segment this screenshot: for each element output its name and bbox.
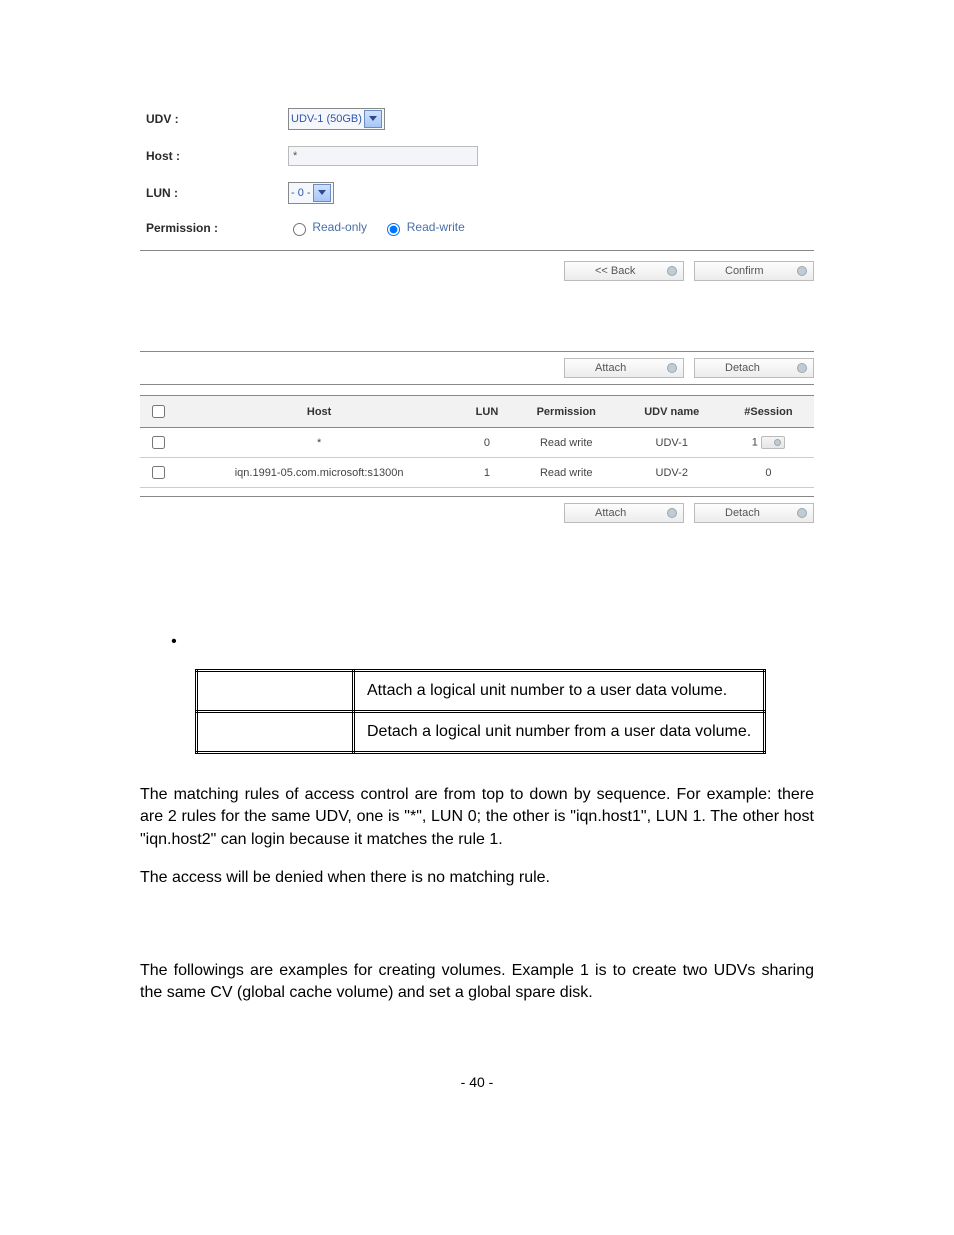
detach-button[interactable]: Detach (694, 358, 814, 378)
table-row: * 0 Read write UDV-1 1 (140, 428, 814, 458)
col-permission: Permission (512, 396, 621, 428)
page-number: - 40 - (140, 1074, 814, 1090)
dot-icon (797, 508, 807, 518)
udv-select-value: UDV-1 (50GB) (291, 113, 362, 125)
confirm-button[interactable]: Confirm (694, 261, 814, 281)
dot-icon (797, 363, 807, 373)
col-session: #Session (723, 396, 814, 428)
detach-button[interactable]: Detach (694, 503, 814, 523)
label-lun: LUN : (140, 174, 282, 212)
lun-select[interactable]: - 0 - (288, 182, 334, 204)
paragraph-2: The access will be denied when there is … (140, 867, 814, 889)
radio-read-write-input[interactable] (387, 223, 400, 236)
config-form: UDV : UDV-1 (50GB) Host : LUN : - 0 - (140, 100, 814, 244)
row-checkbox[interactable] (152, 436, 165, 449)
desc-cell-empty (197, 671, 354, 712)
host-input[interactable] (288, 146, 478, 166)
select-all-checkbox[interactable] (152, 405, 165, 418)
desc-attach: Attach a logical unit number to a user d… (354, 671, 765, 712)
col-udv-name: UDV name (621, 396, 723, 428)
desc-detach: Detach a logical unit number from a user… (354, 712, 765, 753)
chevron-down-icon (364, 110, 382, 128)
paragraph-1: The matching rules of access control are… (140, 784, 814, 851)
col-host: Host (176, 396, 462, 428)
dot-icon (797, 266, 807, 276)
description-table: Attach a logical unit number to a user d… (195, 669, 766, 754)
lun-select-value: - 0 - (291, 187, 311, 199)
radio-read-write[interactable]: Read-write (382, 220, 464, 234)
dot-icon (667, 266, 677, 276)
col-lun: LUN (462, 396, 512, 428)
chevron-down-icon (313, 184, 331, 202)
dot-icon (667, 363, 677, 373)
table-row: iqn.1991-05.com.microsoft:s1300n 1 Read … (140, 458, 814, 488)
attach-button[interactable]: Attach (564, 358, 684, 378)
bullet: • (140, 633, 814, 651)
dot-icon (667, 508, 677, 518)
paragraph-3: The followings are examples for creating… (140, 960, 814, 1005)
host-table: Host LUN Permission UDV name #Session * … (140, 395, 814, 488)
label-udv: UDV : (140, 100, 282, 138)
udv-select[interactable]: UDV-1 (50GB) (288, 108, 385, 130)
label-host: Host : (140, 138, 282, 174)
label-permission: Permission : (140, 212, 282, 244)
attach-button[interactable]: Attach (564, 503, 684, 523)
back-button[interactable]: << Back (564, 261, 684, 281)
session-button[interactable] (761, 436, 785, 449)
row-checkbox[interactable] (152, 466, 165, 479)
radio-read-only[interactable]: Read-only (288, 220, 370, 234)
radio-read-only-input[interactable] (293, 223, 306, 236)
desc-cell-empty (197, 712, 354, 753)
